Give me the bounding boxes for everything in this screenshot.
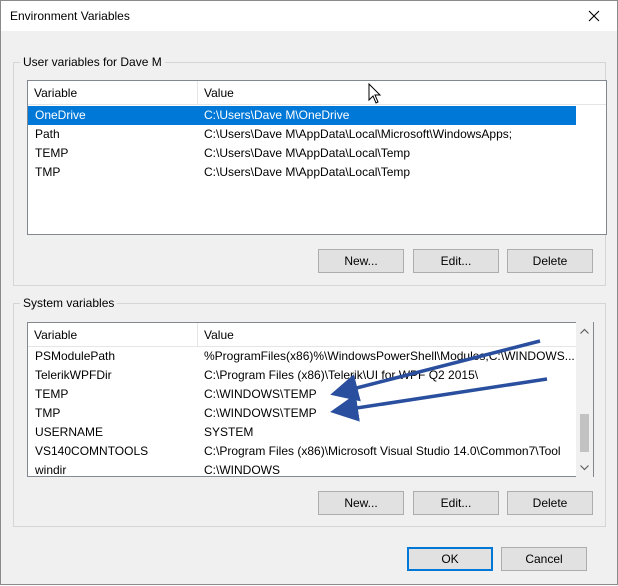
- variable-value: C:\Users\Dave M\OneDrive: [204, 108, 350, 122]
- system-variable-row[interactable]: TMP C:\WINDOWS\TEMP: [28, 404, 576, 423]
- environment-variables-dialog: Environment Variables User variables for…: [0, 0, 618, 585]
- variable-value: C:\WINDOWS\TEMP: [204, 406, 317, 420]
- system-variable-row[interactable]: USERNAME SYSTEM: [28, 423, 576, 442]
- system-delete-button[interactable]: Delete: [507, 491, 593, 515]
- user-variables-list[interactable]: Variable Value OneDrive C:\Users\Dave M\…: [27, 80, 607, 235]
- system-new-button[interactable]: New...: [318, 491, 404, 515]
- variable-value: C:\WINDOWS: [204, 463, 280, 477]
- variable-value: C:\Users\Dave M\AppData\Local\Microsoft\…: [204, 127, 513, 141]
- system-variable-row[interactable]: windir C:\WINDOWS: [28, 461, 576, 477]
- ok-button[interactable]: OK: [407, 547, 493, 571]
- variable-value: C:\WINDOWS\TEMP: [204, 387, 317, 401]
- user-variable-row-temp[interactable]: TEMP C:\Users\Dave M\AppData\Local\Temp: [28, 144, 576, 163]
- system-variable-row[interactable]: PSModulePath %ProgramFiles(x86)%\Windows…: [28, 347, 576, 366]
- column-header-value[interactable]: Value: [198, 323, 578, 347]
- variable-value: C:\Program Files (x86)\Telerik\UI for WP…: [204, 368, 479, 382]
- user-variables-label: User variables for Dave M: [20, 55, 165, 69]
- window-title: Environment Variables: [10, 9, 130, 23]
- variable-name: VS140COMNTOOLS: [35, 444, 149, 458]
- variable-name: windir: [35, 463, 67, 477]
- system-variables-label: System variables: [20, 296, 118, 310]
- variable-name: PSModulePath: [35, 349, 116, 363]
- user-list-header: Variable Value: [28, 81, 606, 105]
- system-variable-row[interactable]: TEMP C:\WINDOWS\TEMP: [28, 385, 576, 404]
- column-header-value[interactable]: Value: [198, 81, 598, 105]
- scrollbar-thumb[interactable]: [580, 414, 589, 452]
- variable-name: USERNAME: [35, 425, 104, 439]
- system-list-header: Variable Value: [28, 323, 593, 347]
- column-header-variable[interactable]: Variable: [28, 323, 198, 347]
- cancel-button[interactable]: Cancel: [501, 547, 587, 571]
- scroll-up-arrow-icon: [580, 328, 589, 334]
- user-variable-row-tmp[interactable]: TMP C:\Users\Dave M\AppData\Local\Temp: [28, 163, 576, 182]
- scroll-down-arrow-icon: [580, 464, 589, 470]
- variable-value: C:\Users\Dave M\AppData\Local\Temp: [204, 165, 411, 179]
- scroll-up-button[interactable]: [576, 322, 593, 339]
- close-button[interactable]: [571, 1, 617, 31]
- system-variables-list[interactable]: Variable Value PSModulePath %ProgramFile…: [27, 322, 594, 477]
- variable-value: C:\Program Files (x86)\Microsoft Visual …: [204, 444, 561, 458]
- mouse-cursor-icon: [368, 83, 382, 104]
- variable-name: TMP: [35, 406, 61, 420]
- user-variable-row-onedrive[interactable]: OneDrive C:\Users\Dave M\OneDrive: [28, 106, 576, 125]
- system-list-scrollbar[interactable]: [576, 322, 593, 477]
- close-icon: [588, 10, 600, 22]
- user-delete-button[interactable]: Delete: [507, 249, 593, 273]
- column-header-variable[interactable]: Variable: [28, 81, 198, 105]
- variable-name: TEMP: [35, 387, 69, 401]
- user-edit-button[interactable]: Edit...: [413, 249, 499, 273]
- system-variable-row[interactable]: TelerikWPFDir C:\Program Files (x86)\Tel…: [28, 366, 576, 385]
- variable-name: TelerikWPFDir: [35, 368, 112, 382]
- variable-value: C:\Users\Dave M\AppData\Local\Temp: [204, 146, 411, 160]
- title-bar: Environment Variables: [1, 1, 617, 31]
- variable-name: TMP: [35, 165, 61, 179]
- variable-value: %ProgramFiles(x86)%\WindowsPowerShell\Mo…: [204, 349, 575, 363]
- user-variable-row-path[interactable]: Path C:\Users\Dave M\AppData\Local\Micro…: [28, 125, 576, 144]
- variable-name: Path: [35, 127, 60, 141]
- variable-value: SYSTEM: [204, 425, 254, 439]
- system-edit-button[interactable]: Edit...: [413, 491, 499, 515]
- user-new-button[interactable]: New...: [318, 249, 404, 273]
- variable-name: TEMP: [35, 146, 69, 160]
- scroll-down-button[interactable]: [576, 459, 593, 476]
- system-variable-row[interactable]: VS140COMNTOOLS C:\Program Files (x86)\Mi…: [28, 442, 576, 461]
- variable-name: OneDrive: [35, 108, 86, 122]
